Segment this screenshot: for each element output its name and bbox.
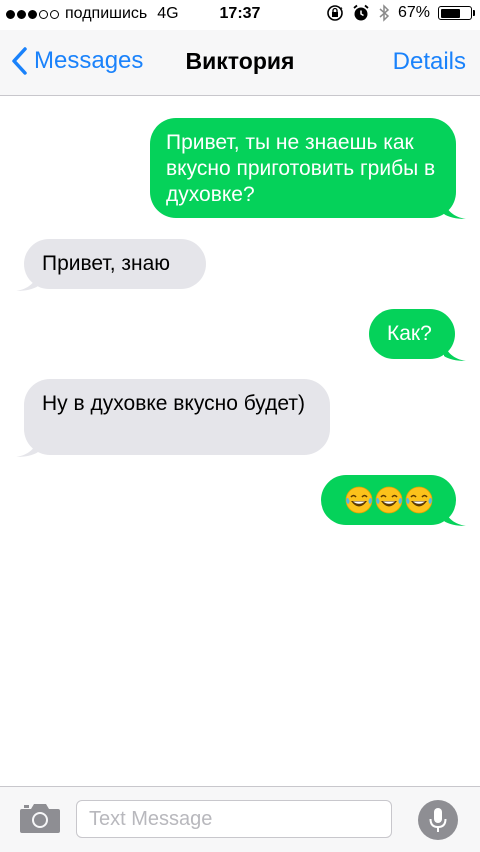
message-input[interactable] bbox=[76, 800, 392, 838]
battery-level bbox=[440, 8, 460, 18]
incoming-message-bubble[interactable]: Привет, знаю bbox=[24, 239, 206, 289]
message-text: Ну в духовке вкусно будет) bbox=[42, 392, 305, 415]
message-text: Как? bbox=[387, 322, 432, 345]
microphone-icon bbox=[429, 808, 447, 832]
status-bar: подпишись 4G 17:37 67% bbox=[0, 0, 480, 30]
camera-icon[interactable] bbox=[18, 801, 62, 835]
outgoing-message-bubble[interactable]: 😂😂😂 bbox=[321, 475, 456, 525]
battery-icon bbox=[438, 6, 475, 20]
incoming-message-bubble[interactable]: Ну в духовке вкусно будет) bbox=[24, 379, 330, 455]
alarm-icon bbox=[353, 4, 369, 21]
message-text: Привет, знаю bbox=[42, 252, 171, 275]
message-text: Привет, ты не знаешь как вкусно приготов… bbox=[166, 131, 436, 206]
bluetooth-icon bbox=[379, 4, 390, 22]
rotation-lock-icon bbox=[327, 5, 343, 21]
outgoing-message-bubble[interactable]: Привет, ты не знаешь как вкусно приготов… bbox=[150, 118, 456, 218]
battery-percent: 67% bbox=[397, 4, 430, 21]
clock-text: 17:37 bbox=[219, 5, 261, 22]
messages-screen: подпишись 4G 17:37 67% Messages Виктория… bbox=[0, 0, 480, 852]
status-right: 67% bbox=[326, 4, 475, 22]
message-thread[interactable]: Привет, ты не знаешь как вкусно приготов… bbox=[0, 96, 480, 786]
tears-of-joy-icon bbox=[375, 486, 402, 514]
details-button[interactable]: Details bbox=[393, 48, 466, 76]
tears-of-joy-icon bbox=[345, 486, 372, 514]
navigation-bar: Messages Виктория Details bbox=[0, 30, 480, 96]
outgoing-message-bubble[interactable]: Как? bbox=[369, 309, 455, 359]
tears-of-joy-icon bbox=[405, 486, 432, 514]
compose-bar bbox=[0, 786, 480, 852]
microphone-button[interactable] bbox=[418, 800, 458, 840]
